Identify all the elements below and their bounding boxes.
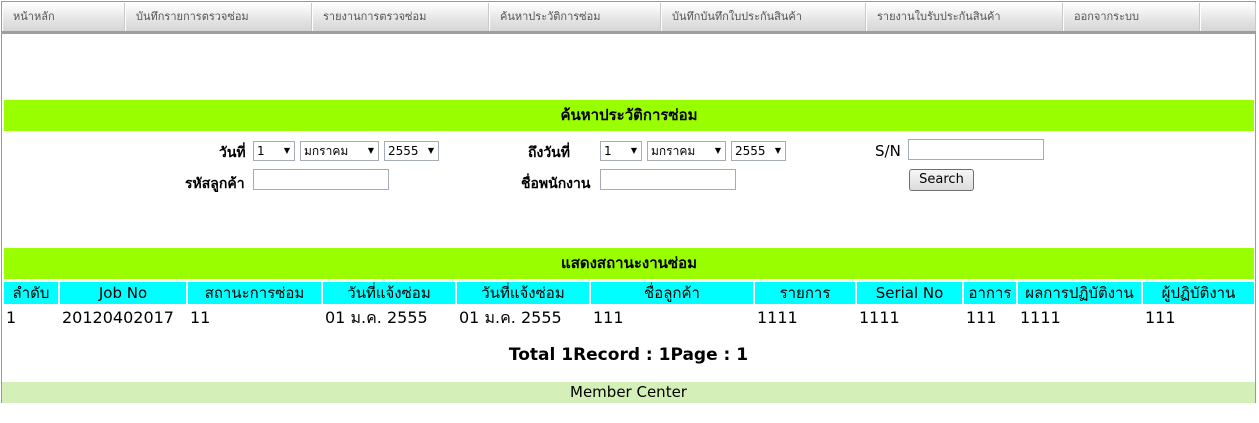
- pagination-summary: Total 1Record : 1Page : 1: [508, 345, 749, 365]
- table-cell: 01 ม.ค. 2555: [325, 308, 428, 327]
- column-header: Serial No: [857, 282, 964, 304]
- nav-logout[interactable]: ออกจากระบบ: [1063, 3, 1200, 31]
- table-cell: 111: [1145, 308, 1176, 327]
- date-from-month-value: มกราคม: [304, 144, 349, 158]
- nav-home[interactable]: หน้าหลัก: [2, 3, 125, 31]
- nav-record-repair[interactable]: บันทึกรายการตรวจซ่อม: [125, 3, 312, 31]
- search-button[interactable]: Search: [909, 169, 974, 191]
- page-frame: [1, 1, 1256, 403]
- chevron-down-icon: ▼: [427, 146, 434, 155]
- date-to-year-value: 2555: [735, 144, 766, 158]
- date-from-year-value: 2555: [388, 144, 419, 158]
- employee-name-label: ชื่อพนักงาน: [521, 176, 591, 192]
- nav-repair-report[interactable]: รายงานการตรวจซ่อม: [312, 3, 489, 31]
- status-section-title: แสดงสถานะงานซ่อม: [4, 248, 1254, 279]
- column-header: วันที่แจ้งซ่อม: [323, 282, 457, 304]
- chevron-down-icon: ▼: [283, 146, 290, 155]
- search-section-title: ค้นหาประวัติการซ่อม: [4, 100, 1254, 131]
- nav-record-warranty[interactable]: บันทึกบันทึกใบประกันสินค้า: [661, 3, 866, 31]
- chevron-down-icon: ▼: [774, 146, 781, 155]
- table-cell: 01 ม.ค. 2555: [459, 308, 562, 327]
- chevron-down-icon: ▼: [367, 146, 374, 155]
- nav-empty: [1200, 3, 1256, 31]
- column-header: ชื่อลูกค้า: [591, 282, 755, 304]
- nav-search-history[interactable]: ค้นหาประวัติการซ่อม: [489, 3, 661, 31]
- date-from-day-value: 1: [257, 144, 265, 158]
- table-cell: 1: [6, 308, 17, 327]
- column-header: วันที่แจ้งซ่อม: [457, 282, 591, 304]
- chevron-down-icon: ▼: [714, 146, 721, 155]
- table-cell: 1111: [1020, 308, 1061, 327]
- table-cell: 1111: [859, 308, 900, 327]
- date-from-label: วันที่: [219, 145, 246, 161]
- column-header: Job No: [60, 282, 188, 304]
- table-cell: 20120402017: [62, 308, 174, 327]
- employee-name-input[interactable]: [600, 169, 736, 190]
- column-header: รายการ: [755, 282, 857, 304]
- date-from-month-select[interactable]: มกราคม ▼: [300, 141, 379, 161]
- date-from-day-select[interactable]: 1 ▼: [253, 141, 295, 161]
- table-cell: 111: [593, 308, 624, 327]
- column-header: ลำดับ: [4, 282, 60, 304]
- date-to-label: ถึงวันที่: [528, 145, 570, 161]
- column-header: ผู้ปฏิบัติงาน: [1143, 282, 1254, 304]
- date-to-day-value: 1: [604, 144, 612, 158]
- column-header: ผลการปฏิบัติงาน: [1018, 282, 1143, 304]
- column-header: สถานะการซ่อม: [188, 282, 323, 304]
- table-cell: 1111: [757, 308, 798, 327]
- date-to-month-value: มกราคม: [651, 144, 696, 158]
- status-table-header: ลำดับ Job No สถานะการซ่อม วันที่แจ้งซ่อม…: [4, 282, 1254, 304]
- customer-code-label: รหัสลูกค้า: [185, 176, 245, 192]
- date-to-month-select[interactable]: มกราคม ▼: [647, 141, 726, 161]
- table-row: 1 20120402017 11 01 ม.ค. 2555 01 ม.ค. 25…: [4, 306, 1254, 330]
- customer-code-input[interactable]: [253, 169, 389, 190]
- sn-label: S/N: [875, 142, 901, 160]
- table-cell: 11: [190, 308, 211, 327]
- chevron-down-icon: ▼: [630, 146, 637, 155]
- column-header: อาการ: [964, 282, 1018, 304]
- top-nav: หน้าหลัก บันทึกรายการตรวจซ่อม รายงานการต…: [2, 3, 1256, 34]
- date-to-day-select[interactable]: 1 ▼: [600, 141, 642, 161]
- date-to-year-select[interactable]: 2555 ▼: [731, 141, 786, 161]
- date-from-year-select[interactable]: 2555 ▼: [384, 141, 439, 161]
- sn-input[interactable]: [908, 139, 1044, 160]
- table-cell: 111: [966, 308, 997, 327]
- nav-warranty-report[interactable]: รายงานใบรับประกันสินค้า: [866, 3, 1063, 31]
- footer-member-center[interactable]: Member Center: [2, 382, 1255, 403]
